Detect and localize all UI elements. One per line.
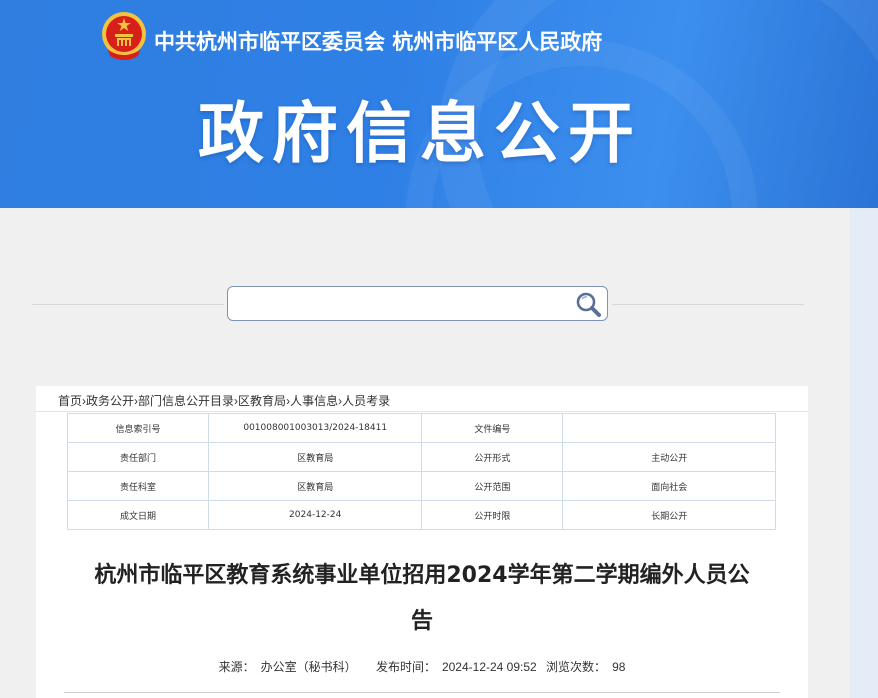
table-row: 成文日期 2024-12-24 公开时限 长期公开 <box>66 500 776 530</box>
table-value: 长期公开 <box>562 500 776 530</box>
breadcrumb-home[interactable]: 首页 <box>58 394 82 408</box>
table-value: 区教育局 <box>208 442 423 472</box>
breadcrumb-recruitment[interactable]: 人员考录 <box>342 394 390 408</box>
table-value: 2024-12-24 <box>208 500 423 530</box>
table-key: 责任科室 <box>66 471 210 501</box>
table-key: 信息索引号 <box>66 413 210 443</box>
divider <box>32 304 224 305</box>
page-title: 政府信息公开 <box>198 95 642 172</box>
org-name: 中共杭州市临平区委员会 杭州市临平区人民政府 <box>154 29 603 54</box>
search-input[interactable] <box>236 293 570 317</box>
source-value: 办公室（秘书科） <box>260 660 357 674</box>
table-key: 文件编号 <box>421 413 564 443</box>
breadcrumb-personnel-info[interactable]: 人事信息 <box>290 394 338 408</box>
table-key: 公开范围 <box>421 471 564 501</box>
article-title: 杭州市临平区教育系统事业单位招用2024学年第二学期编外人员公 告 <box>36 553 808 645</box>
table-value <box>562 413 776 443</box>
breadcrumb: 首页›政务公开›部门信息公开目录›区教育局›人事信息›人员考录 <box>58 392 390 409</box>
table-row: 责任科室 区教育局 公开范围 面向社会 <box>66 471 776 501</box>
table-value: 面向社会 <box>562 471 776 501</box>
table-key: 公开时限 <box>421 500 564 530</box>
content-panel: 首页›政务公开›部门信息公开目录›区教育局›人事信息›人员考录 信息索引号 00… <box>36 386 808 698</box>
source-label: 来源： <box>218 660 255 674</box>
search-icon[interactable] <box>573 290 603 318</box>
national-emblem-icon <box>102 12 146 60</box>
table-row: 信息索引号 001008001003013/2024-18411 文件编号 <box>66 413 776 443</box>
breadcrumb-gov-affairs[interactable]: 政务公开 <box>86 394 134 408</box>
article-title-line: 告 <box>410 609 433 634</box>
table-value: 主动公开 <box>562 442 776 472</box>
table-value: 区教育局 <box>208 471 423 501</box>
views-label: 浏览次数： <box>546 660 607 674</box>
table-row: 责任部门 区教育局 公开形式 主动公开 <box>66 442 776 472</box>
article-meta: 来源： 办公室（秘书科） 发布时间： 2024-12-24 09:52 浏览次数： 9… <box>36 658 808 675</box>
table-key: 公开形式 <box>421 442 564 472</box>
side-background <box>850 208 878 698</box>
breadcrumb-dept-catalog[interactable]: 部门信息公开目录 <box>138 394 234 408</box>
published-value: 2024-12-24 09:52 <box>441 660 537 674</box>
table-key: 成文日期 <box>66 500 210 530</box>
views-value: 98 <box>612 660 626 674</box>
article-title-line: 杭州市临平区教育系统事业单位招用2024学年第二学期编外人员公 <box>94 563 750 588</box>
table-key: 责任部门 <box>66 442 210 472</box>
search-box <box>227 286 608 321</box>
divider <box>612 304 804 305</box>
published-label: 发布时间： <box>375 660 436 674</box>
breadcrumb-education-bureau[interactable]: 区教育局 <box>238 394 286 408</box>
divider <box>36 411 808 412</box>
header-banner: 中共杭州市临平区委员会 杭州市临平区人民政府 政府信息公开 <box>0 0 878 208</box>
info-meta-table: 信息索引号 001008001003013/2024-18411 文件编号 责任… <box>66 413 776 530</box>
table-value: 001008001003013/2024-18411 <box>208 413 423 443</box>
divider <box>64 692 780 693</box>
